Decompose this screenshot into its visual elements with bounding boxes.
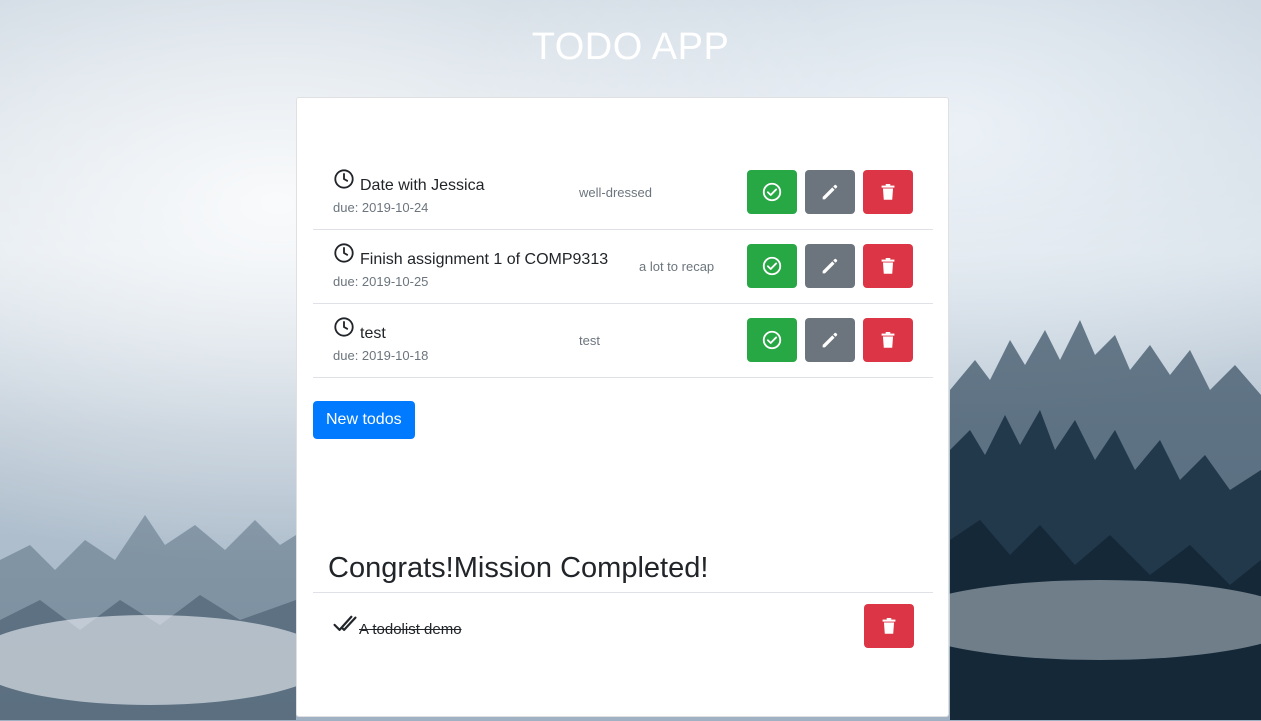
todo-row: Date with Jessica due: 2019-10-24 well-d… [313, 156, 933, 230]
todo-card: Date with Jessica due: 2019-10-24 well-d… [296, 97, 949, 717]
check-circle-icon [762, 256, 782, 276]
clock-icon [334, 317, 354, 337]
todo-name: Date with Jessica [360, 177, 485, 194]
completed-item-name: A todolist demo [359, 621, 462, 638]
trash-icon [881, 332, 895, 348]
edit-button[interactable] [805, 318, 855, 362]
todo-due-date: due: 2019-10-24 [333, 200, 429, 215]
divider [313, 592, 933, 593]
complete-button[interactable] [747, 170, 797, 214]
edit-button[interactable] [805, 170, 855, 214]
pencil-icon [822, 258, 838, 274]
check-circle-icon [762, 182, 782, 202]
trash-icon [882, 618, 896, 634]
completed-heading: Congrats!Mission Completed! [328, 552, 709, 584]
check-circle-icon [762, 330, 782, 350]
delete-button[interactable] [863, 170, 913, 214]
complete-button[interactable] [747, 244, 797, 288]
todo-name: Finish assignment 1 of COMP9313 [360, 251, 609, 268]
new-todo-button[interactable]: New todos [313, 401, 415, 439]
todo-row: test due: 2019-10-18 test [313, 304, 933, 378]
complete-button[interactable] [747, 318, 797, 362]
todo-name: test [360, 325, 386, 342]
todo-note: well-dressed [579, 185, 652, 200]
todo-row: Finish assignment 1 of COMP9313 due: 201… [313, 230, 933, 304]
todo-due-date: due: 2019-10-18 [333, 348, 429, 363]
todo-note: test [579, 333, 600, 348]
todo-note: a lot to recap [639, 259, 715, 274]
pencil-icon [822, 184, 838, 200]
todo-due-date: due: 2019-10-25 [333, 274, 429, 289]
trash-icon [881, 184, 895, 200]
trash-icon [881, 258, 895, 274]
double-check-icon [333, 615, 357, 631]
clock-icon [334, 243, 354, 263]
pencil-icon [822, 332, 838, 348]
edit-button[interactable] [805, 244, 855, 288]
app-title: TODO APP [531, 26, 730, 68]
delete-completed-button[interactable] [864, 604, 914, 648]
delete-button[interactable] [863, 244, 913, 288]
delete-button[interactable] [863, 318, 913, 362]
clock-icon [334, 169, 354, 189]
